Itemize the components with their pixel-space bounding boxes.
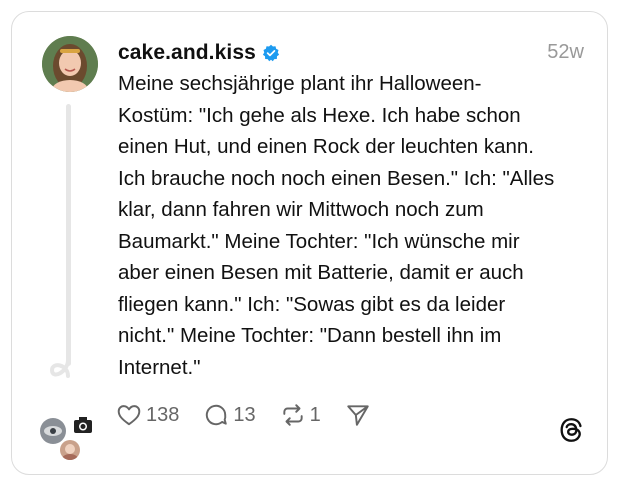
reply-count: 13 (233, 403, 256, 426)
post-text: Meine sechsjährige plant ihr Halloween- … (118, 72, 555, 379)
send-icon (347, 405, 369, 426)
thread-loop-icon (49, 358, 70, 378)
username[interactable]: cake.and.kiss (118, 41, 256, 65)
reply-avatar (58, 438, 82, 462)
threads-logo-icon[interactable] (557, 416, 585, 444)
post-timestamp: 52w (547, 41, 584, 63)
like-count: 138 (146, 403, 180, 426)
reply-avatar (66, 408, 100, 442)
avatar[interactable] (42, 36, 98, 92)
share-button[interactable] (345, 402, 371, 428)
repost-button[interactable]: 1 (280, 402, 321, 428)
action-bar: 138 13 1 (116, 400, 395, 430)
reply-avatars (38, 408, 108, 464)
reply-button[interactable]: 13 (203, 402, 256, 428)
post-header: cake.and.kiss (118, 40, 280, 66)
repost-count: 1 (309, 403, 321, 426)
heart-icon (117, 405, 141, 426)
avatar-image (42, 36, 98, 92)
like-button[interactable]: 138 (116, 402, 179, 428)
repost-icon (282, 404, 303, 426)
comment-icon (206, 404, 228, 426)
verified-badge-icon (262, 44, 280, 62)
thread-line (66, 104, 71, 366)
